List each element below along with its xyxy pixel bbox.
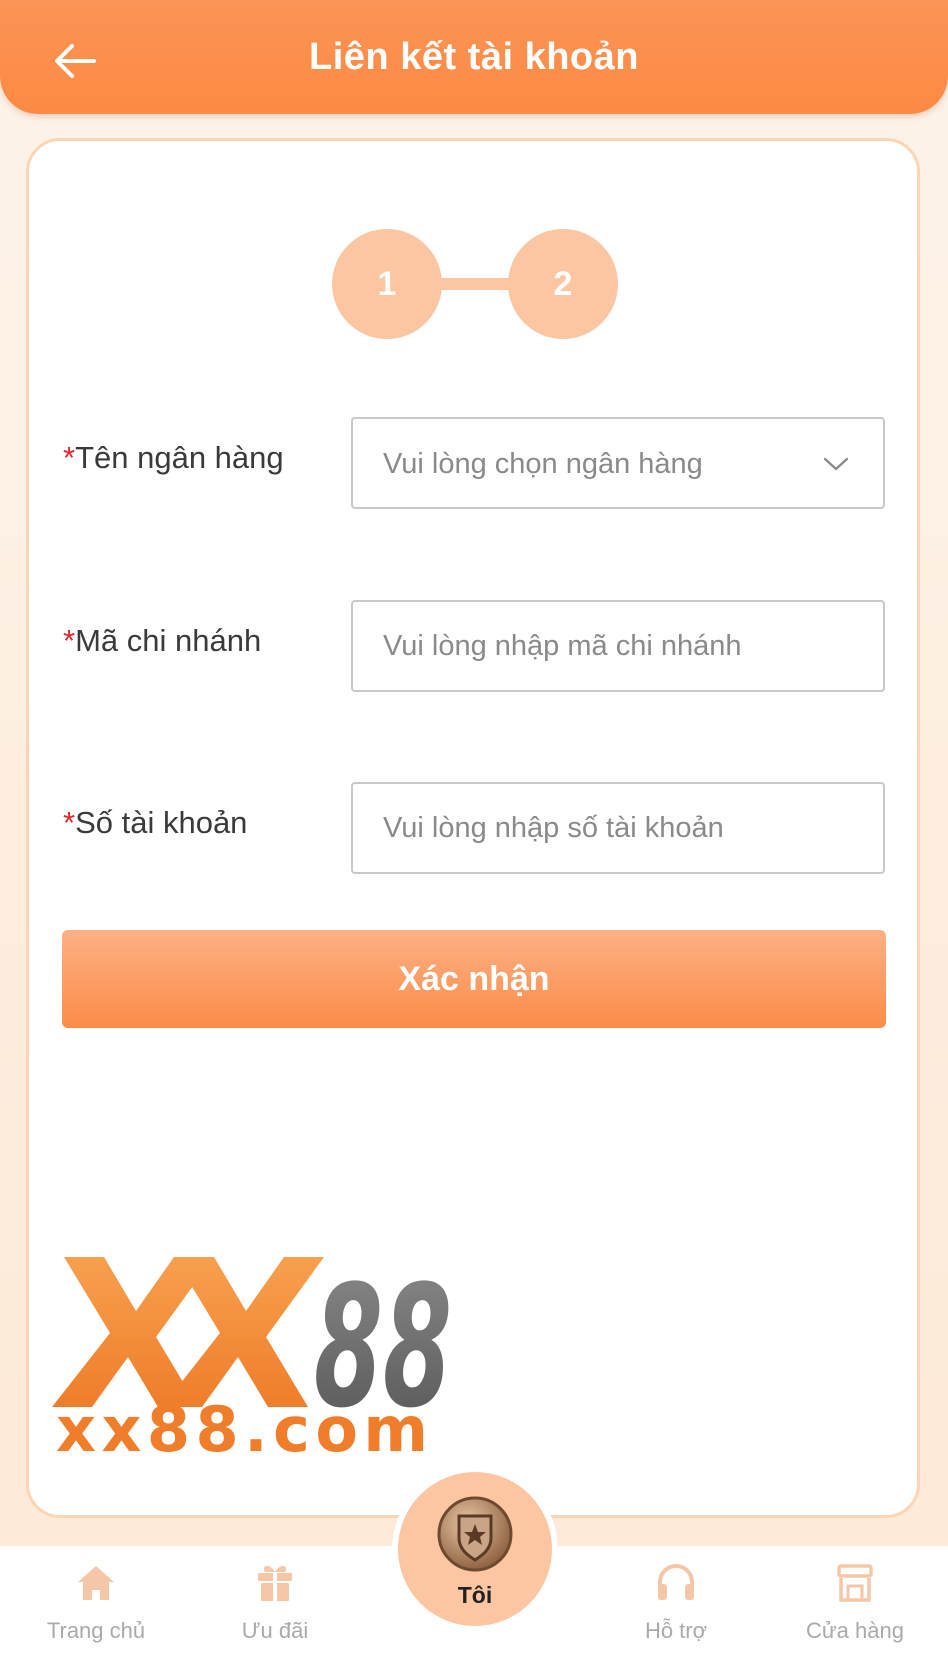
required-mark: * (63, 623, 76, 658)
nav-promo-label: Ưu đãi (241, 1618, 309, 1643)
account-number-label: *Số tài khoản (63, 805, 248, 840)
shield-star-icon (437, 1496, 513, 1572)
gift-icon (258, 1565, 292, 1601)
branch-code-field (351, 600, 885, 692)
account-number-field (351, 782, 885, 874)
chevron-down-icon (823, 457, 849, 471)
nav-store[interactable]: Cửa hàng (765, 1546, 945, 1658)
branch-code-label: *Mã chi nhánh (63, 623, 262, 658)
svg-text:xx88.com: xx88.com (56, 1393, 428, 1455)
nav-store-label: Cửa hàng (806, 1618, 904, 1643)
headphones-icon (658, 1564, 694, 1600)
nav-promo[interactable]: Ưu đãi (185, 1546, 365, 1658)
nav-me-label: Tôi (457, 1582, 493, 1608)
account-number-input[interactable] (353, 784, 883, 872)
step-connector (435, 278, 515, 290)
home-icon (78, 1566, 114, 1600)
step-1-indicator: 1 (332, 229, 442, 339)
required-mark: * (63, 440, 76, 475)
store-icon (837, 1564, 873, 1602)
top-bar: Liên kết tài khoản (0, 0, 948, 114)
nav-me[interactable]: Tôi (392, 1466, 558, 1632)
bank-name-label: *Tên ngân hàng (63, 440, 284, 475)
bank-select[interactable]: Vui lòng chọn ngân hàng (351, 417, 885, 509)
nav-support-label: Hỗ trợ (644, 1618, 708, 1643)
nav-home[interactable]: Trang chủ (6, 1546, 186, 1658)
nav-support[interactable]: Hỗ trợ (586, 1546, 766, 1658)
branch-code-input[interactable] (353, 602, 883, 690)
step-2-indicator: 2 (508, 229, 618, 339)
page-title: Liên kết tài khoản (309, 36, 639, 78)
nav-home-label: Trang chủ (46, 1618, 146, 1643)
xx88-logo: 88 xx88.com (52, 1255, 452, 1455)
required-mark: * (63, 805, 76, 840)
confirm-button[interactable]: Xác nhận (62, 930, 886, 1028)
bank-select-placeholder: Vui lòng chọn ngân hàng (383, 448, 703, 480)
